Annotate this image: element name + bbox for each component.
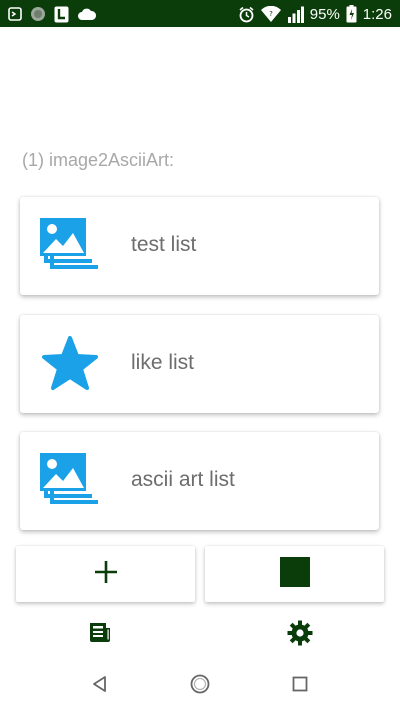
list-card-like[interactable]: like list: [20, 315, 379, 413]
home-icon[interactable]: [188, 672, 212, 696]
phone-app-icon: [54, 6, 69, 23]
alarm-icon: [238, 6, 255, 23]
status-time: 1:26: [362, 5, 392, 23]
list-label-like: like list: [131, 351, 195, 374]
status-right-icons: ? 95% 1:26: [238, 4, 392, 24]
section-title: (1) image2AsciiArt:: [22, 150, 175, 170]
list-card-test[interactable]: test list: [20, 197, 379, 295]
plus-icon: [93, 559, 119, 590]
svg-text:?: ?: [269, 10, 273, 18]
list-label-ascii-art: ascii art list: [131, 468, 235, 491]
screenshot-icon: [8, 7, 22, 21]
cloud-icon: [77, 7, 97, 21]
image-stack-icon: [40, 218, 100, 274]
list-card-ascii-art[interactable]: ascii art list: [20, 432, 379, 530]
recents-icon[interactable]: [288, 672, 312, 696]
wifi-icon: ?: [260, 6, 281, 22]
gear-icon[interactable]: [287, 620, 313, 646]
star-icon: [40, 336, 100, 392]
battery-percent: 95%: [309, 5, 340, 23]
status-left-icons: [8, 4, 97, 24]
list-label-test: test list: [131, 233, 197, 256]
back-icon[interactable]: [88, 672, 112, 696]
add-button[interactable]: [16, 546, 195, 602]
battery-icon: [346, 5, 357, 23]
status-bar: ? 95% 1:26: [0, 0, 400, 27]
stop-square-icon: [279, 556, 310, 592]
newspaper-icon[interactable]: [87, 620, 113, 646]
circle-app-icon: [30, 6, 46, 22]
image-stack-icon: [40, 453, 100, 509]
signal-icon: [287, 6, 304, 23]
stop-button[interactable]: [205, 546, 384, 602]
